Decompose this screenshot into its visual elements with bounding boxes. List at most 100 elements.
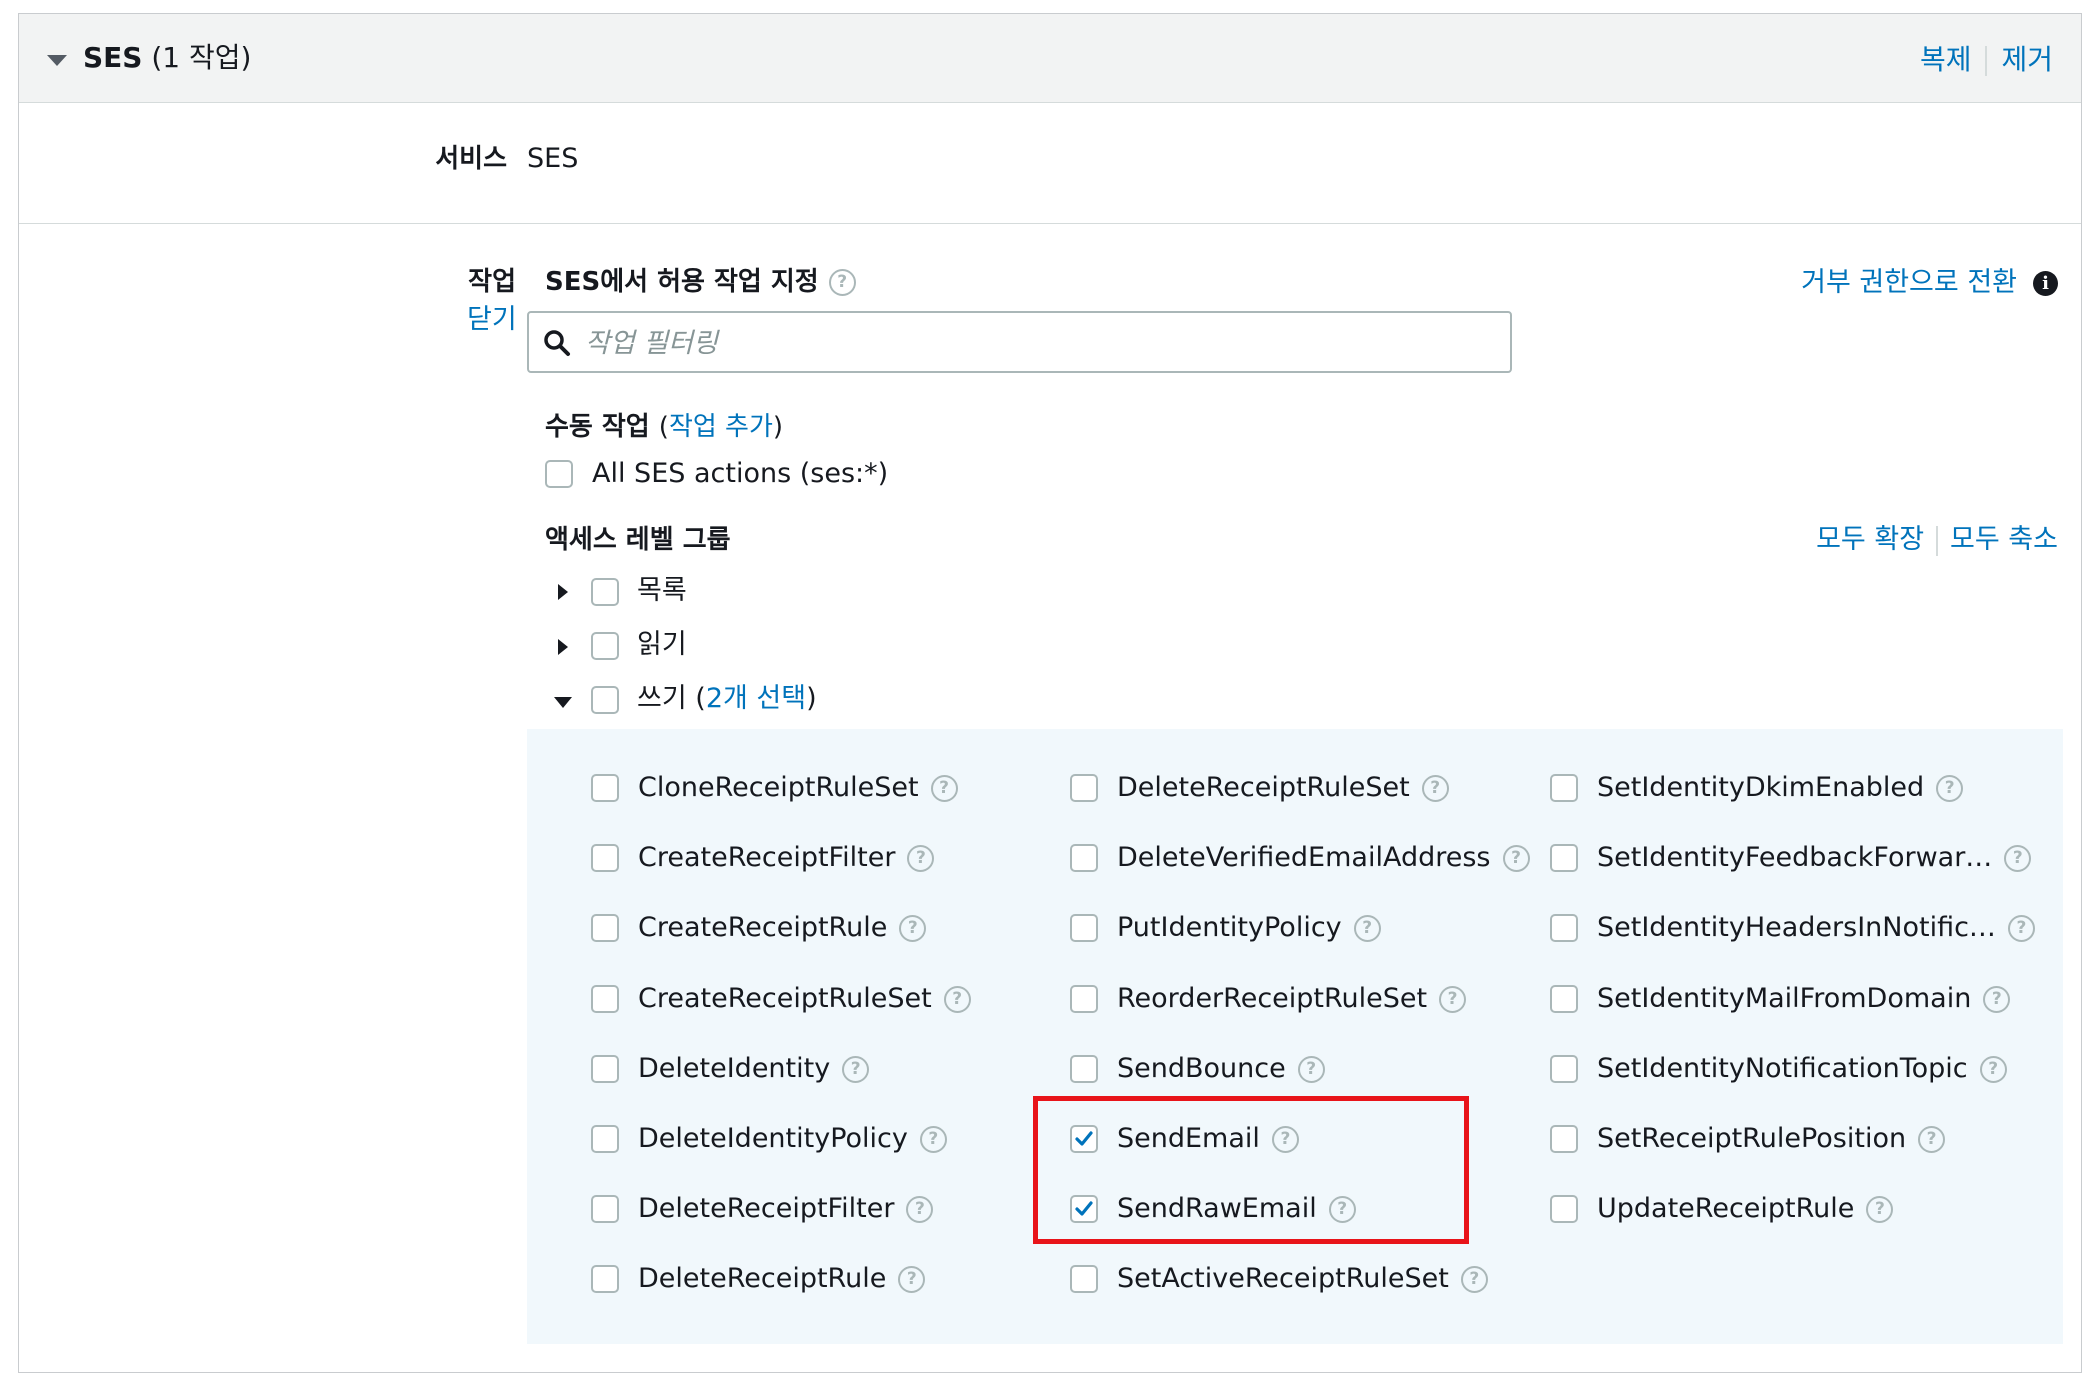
question-circle-icon[interactable]: ? [1297, 1056, 1325, 1083]
group-read-checkbox[interactable] [591, 632, 619, 660]
caret-down-icon[interactable] [554, 697, 572, 708]
caret-right-icon[interactable] [558, 584, 568, 600]
close-link[interactable]: 닫기 [467, 303, 517, 337]
question-circle-icon[interactable]: ? [1439, 986, 1467, 1013]
question-circle-icon[interactable]: ? [1460, 1266, 1488, 1293]
write-action-label: DeleteReceiptRule [638, 1262, 886, 1296]
highlight-box [1033, 1096, 1469, 1244]
write-action-name: SetIdentityHeadersInNotific… [1597, 912, 1996, 943]
group-read-label[interactable]: 읽기 [637, 628, 687, 662]
switch-deny-container: 거부 권한으로 전환 i [1801, 266, 2058, 300]
write-action-checkbox[interactable] [1550, 1055, 1578, 1083]
all-actions-checkbox[interactable] [545, 460, 573, 488]
group-list-label[interactable]: 목록 [637, 574, 687, 608]
write-action-checkbox[interactable] [1550, 844, 1578, 872]
question-circle-icon[interactable]: ? [842, 1056, 870, 1083]
write-action-label: SendBounce [1117, 1052, 1286, 1086]
question-circle-icon[interactable]: ? [1918, 1126, 1946, 1153]
question-circle-icon[interactable]: ? [1421, 775, 1449, 802]
write-action-name: DeleteVerifiedEmailAddress [1117, 842, 1491, 873]
write-action-checkbox[interactable] [1070, 914, 1098, 942]
question-circle-icon[interactable]: ? [1979, 1056, 2007, 1083]
write-action-name: CreateReceiptRule [638, 912, 888, 943]
group-list-checkbox[interactable] [591, 578, 619, 606]
write-action-checkbox[interactable] [1070, 985, 1098, 1013]
add-action-link[interactable]: 작업 추가 [669, 412, 773, 442]
action-filter-search[interactable] [527, 311, 1512, 373]
write-action-label: SetActiveReceiptRuleSet [1117, 1262, 1449, 1296]
write-action-checkbox[interactable] [591, 774, 619, 802]
switch-to-deny-link[interactable]: 거부 권한으로 전환 [1801, 267, 2017, 298]
manual-actions-row: 수동 작업 (작업 추가) [545, 410, 783, 444]
write-action-label: DeleteIdentity [638, 1052, 830, 1086]
manual-actions-label: 수동 작업 [545, 412, 650, 442]
question-circle-icon[interactable]: ? [919, 1126, 947, 1153]
write-action-name: PutIdentityPolicy [1117, 912, 1342, 943]
write-action-name: DeleteIdentityPolicy [638, 1123, 908, 1154]
section-title: SES (1 작업) [83, 40, 251, 76]
write-action-name: SetActiveReceiptRuleSet [1117, 1263, 1449, 1294]
actions-label: 작업 [468, 267, 516, 297]
question-circle-icon[interactable]: ? [1502, 845, 1530, 872]
write-action-checkbox[interactable] [1550, 1195, 1578, 1223]
write-action-name: CreateReceiptFilter [638, 842, 896, 873]
access-level-label: 액세스 레벨 그룹 [545, 525, 731, 555]
expand-collapse-links: 모두 확장 모두 축소 [1816, 523, 2058, 557]
search-icon [544, 330, 570, 356]
write-action-checkbox[interactable] [591, 1195, 619, 1223]
caret-down-icon[interactable] [47, 55, 67, 66]
service-row: 서비스 SES [19, 102, 2081, 224]
write-action-checkbox[interactable] [1070, 1055, 1098, 1083]
write-action-name: CreateReceiptRuleSet [638, 983, 932, 1014]
write-action-checkbox[interactable] [1550, 914, 1578, 942]
write-action-checkbox[interactable] [591, 844, 619, 872]
write-action-checkbox[interactable] [1550, 774, 1578, 802]
question-circle-icon[interactable]: ? [1936, 775, 1964, 802]
write-action-label: UpdateReceiptRule [1597, 1192, 1854, 1226]
write-action-checkbox[interactable] [1070, 844, 1098, 872]
write-action-label: CreateReceiptRuleSet [638, 982, 932, 1016]
write-action-checkbox[interactable] [591, 1125, 619, 1153]
remove-link[interactable]: 제거 [2001, 43, 2053, 76]
write-action-label: DeleteReceiptFilter [638, 1192, 894, 1226]
write-action-name: SetIdentityDkimEnabled [1597, 772, 1925, 803]
write-action-checkbox[interactable] [1070, 774, 1098, 802]
write-action-checkbox[interactable] [591, 914, 619, 942]
selected-count-link[interactable]: 2개 선택 [706, 683, 806, 714]
question-circle-icon[interactable]: ? [1353, 915, 1381, 942]
write-action-checkbox[interactable] [1550, 985, 1578, 1013]
write-action-label: DeleteReceiptRuleSet [1117, 771, 1410, 805]
info-icon[interactable]: i [2033, 271, 2058, 296]
write-action-label: CreateReceiptFilter [638, 841, 895, 875]
write-action-name: SetReceiptRulePosition [1597, 1123, 1907, 1154]
group-write-row: 쓰기 (2개 선택) [637, 682, 817, 716]
service-section-header[interactable]: SES (1 작업) 복제 제거 [19, 14, 2081, 103]
paren-open: ( [695, 683, 706, 714]
all-actions-label: All SES actions (ses:*) [592, 458, 889, 489]
expand-all-link[interactable]: 모두 확장 [1816, 524, 1924, 555]
write-action-name: DeleteIdentity [638, 1053, 831, 1084]
question-circle-icon[interactable]: ? [943, 986, 971, 1013]
write-action-name: CloneReceiptRuleSet [638, 772, 919, 803]
duplicate-link[interactable]: 복제 [1920, 43, 1972, 76]
group-write-checkbox[interactable] [591, 686, 619, 714]
actions-heading-text: SES에서 허용 작업 지정 [545, 267, 819, 297]
write-action-name: SetIdentityNotificationTopic [1597, 1053, 1968, 1084]
group-write-label[interactable]: 쓰기 [637, 683, 687, 714]
write-action-name: DeleteReceiptRuleSet [1117, 772, 1410, 803]
paren-open: ( [658, 412, 669, 442]
write-action-checkbox[interactable] [591, 985, 619, 1013]
write-action-checkbox[interactable] [1550, 1125, 1578, 1153]
service-label: 서비스 [435, 144, 507, 174]
search-input[interactable] [583, 321, 1487, 365]
question-circle-icon[interactable]: ? [828, 269, 856, 296]
caret-right-icon[interactable] [558, 639, 568, 655]
write-action-label: PutIdentityPolicy [1117, 911, 1342, 945]
question-circle-icon[interactable]: ? [930, 775, 958, 802]
write-action-checkbox[interactable] [591, 1055, 619, 1083]
question-circle-icon[interactable]: ? [2007, 915, 2035, 942]
collapse-all-link[interactable]: 모두 축소 [1950, 524, 2058, 555]
divider [1936, 525, 1939, 556]
write-action-checkbox[interactable] [1070, 1265, 1098, 1293]
write-action-checkbox[interactable] [591, 1265, 619, 1293]
